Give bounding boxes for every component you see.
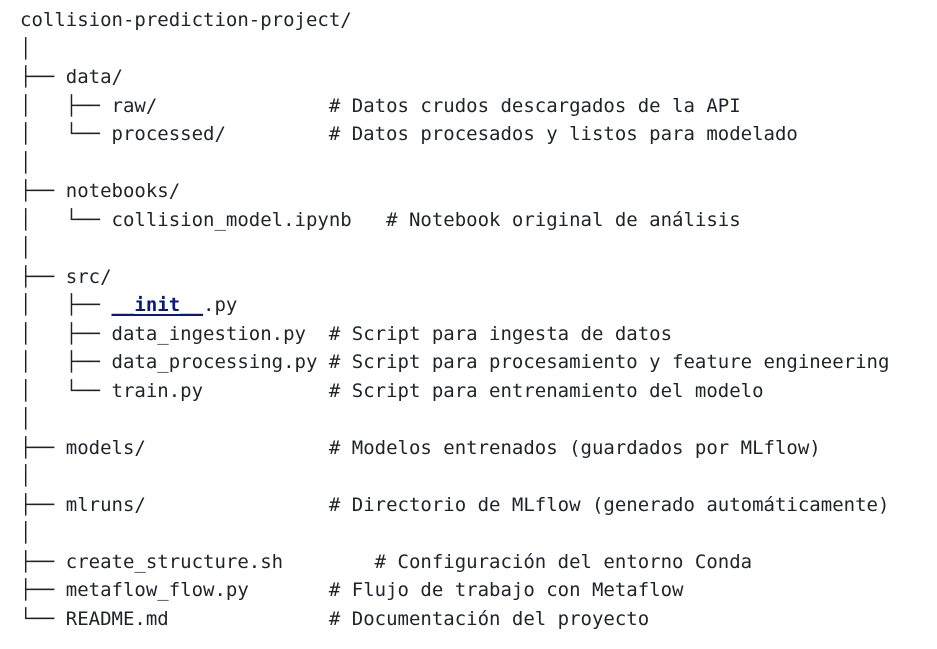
- tree-branch-prefix: └──: [20, 607, 66, 630]
- tree-branch-prefix: │: [20, 151, 32, 174]
- tree-row: │ ├── data_processing.py # Script para p…: [20, 348, 889, 377]
- tree-row: ├── data/: [20, 63, 889, 92]
- tree-entry-name-suffix: .py: [203, 294, 238, 316]
- tree-row: │ └── collision_model.ipynb # Notebook o…: [20, 206, 889, 235]
- tree-row: │: [20, 149, 889, 178]
- tree-entry-name: collision_model.ipynb: [111, 208, 352, 231]
- tree-entry-name: data_processing.py: [111, 351, 318, 373]
- tree-row: └── README.md # Documentación del proyec…: [20, 605, 889, 634]
- tree-branch-prefix: │: [20, 522, 32, 544]
- tree-row: │ ├── __init__.py: [20, 291, 889, 320]
- tree-entry-name: data/: [65, 66, 123, 88]
- tree-entry-padding: [146, 494, 329, 516]
- tree-branch-prefix: │ ├──: [20, 351, 112, 373]
- tree-entry-comment: # Modelos entrenados (guardados por MLfl…: [328, 436, 821, 459]
- tree-entry-comment: # Script para ingesta de datos: [328, 322, 673, 345]
- tree-branch-prefix: │ ├──: [20, 94, 112, 117]
- tree-entry-padding: [249, 579, 329, 601]
- tree-entry-name: data_ingestion.py: [111, 322, 306, 345]
- tree-entry-name: src/: [65, 265, 112, 288]
- tree-entry-comment: # Directorio de MLflow (generado automát…: [328, 493, 890, 516]
- tree-row: │: [20, 462, 889, 491]
- tree-entry-name: mlruns/: [65, 493, 146, 516]
- tree-entry-comment: # Configuración del entorno Conda: [374, 550, 753, 573]
- tree-branch-prefix: │ └──: [20, 208, 112, 231]
- tree-row: ├── mlruns/ # Directorio de MLflow (gene…: [20, 491, 889, 520]
- tree-entry-name: raw/: [111, 94, 158, 117]
- tree-entry-padding: [283, 551, 375, 573]
- tree-row: │: [20, 519, 889, 548]
- tree-branch-prefix: │ ├──: [20, 294, 112, 316]
- tree-row: │ └── processed/ # Datos procesados y li…: [20, 120, 889, 149]
- tree-branch-prefix: ├──: [20, 550, 66, 573]
- directory-tree: collision-prediction-project/│ ├── data/│…: [20, 6, 889, 633]
- tree-entry-name-dunder: __init__: [111, 294, 204, 316]
- tree-row: │ ├── raw/ # Datos crudos descargados de…: [20, 92, 889, 121]
- tree-entry-name: metaflow_flow.py: [65, 579, 249, 601]
- tree-entry-padding: [226, 123, 329, 145]
- tree-row: │: [20, 35, 889, 64]
- tree-entry-name: processed/: [111, 123, 226, 145]
- tree-branch-prefix: │ ├──: [20, 322, 112, 345]
- tree-row: collision-prediction-project/: [20, 6, 889, 35]
- tree-entry-name: create_structure.sh: [65, 550, 284, 573]
- tree-entry-name: README.md: [65, 607, 169, 630]
- tree-entry-name: train.py: [111, 379, 204, 402]
- tree-entry-comment: # Datos procesados y listos para modelad…: [328, 123, 798, 145]
- tree-entry-padding: [203, 380, 329, 402]
- tree-row: ├── src/: [20, 263, 889, 292]
- tree-entry-comment: # Datos crudos descargados de la API: [328, 94, 741, 117]
- tree-entry-comment: # Flujo de trabajo con Metaflow: [328, 579, 684, 601]
- tree-entry-padding: [317, 351, 328, 373]
- tree-entry-comment: # Documentación del proyecto: [328, 607, 650, 630]
- tree-row: ├── create_structure.sh # Configuración …: [20, 548, 889, 577]
- tree-entry-padding: [352, 209, 386, 231]
- tree-row: │ └── train.py # Script para entrenamien…: [20, 377, 889, 406]
- tree-row: ├── models/ # Modelos entrenados (guarda…: [20, 434, 889, 463]
- tree-entry-padding: [146, 437, 329, 459]
- tree-branch-prefix: │ └──: [20, 379, 112, 402]
- tree-row: ├── metaflow_flow.py # Flujo de trabajo …: [20, 576, 889, 605]
- tree-branch-prefix: ├──: [20, 579, 66, 601]
- tree-entry-padding: [169, 608, 329, 630]
- tree-row: │: [20, 234, 889, 263]
- tree-branch-prefix: │: [20, 408, 32, 430]
- tree-branch-prefix: ├──: [20, 493, 66, 516]
- tree-branch-prefix: │ └──: [20, 123, 112, 145]
- tree-entry-comment: # Script para entrenamiento del modelo: [328, 379, 764, 402]
- tree-row: │: [20, 405, 889, 434]
- tree-entry-padding: [157, 95, 329, 117]
- tree-entry-comment: # Script para procesamiento y feature en…: [328, 351, 890, 373]
- tree-branch-prefix: ├──: [20, 436, 66, 459]
- tree-branch-prefix: │: [20, 237, 32, 259]
- tree-entry-padding: [306, 323, 329, 345]
- tree-row: │ ├── data_ingestion.py # Script para in…: [20, 320, 889, 349]
- tree-row: ├── notebooks/: [20, 177, 889, 206]
- tree-entry-name: notebooks/: [65, 180, 181, 202]
- tree-entry-comment: # Notebook original de análisis: [386, 208, 741, 231]
- tree-entry-name: collision-prediction-project/: [20, 9, 352, 31]
- tree-branch-prefix: │: [20, 465, 32, 487]
- tree-branch-prefix: │: [20, 37, 32, 60]
- tree-branch-prefix: ├──: [20, 265, 66, 288]
- tree-entry-name: models/: [65, 436, 146, 459]
- tree-branch-prefix: ├──: [20, 180, 66, 202]
- tree-branch-prefix: ├──: [20, 66, 66, 88]
